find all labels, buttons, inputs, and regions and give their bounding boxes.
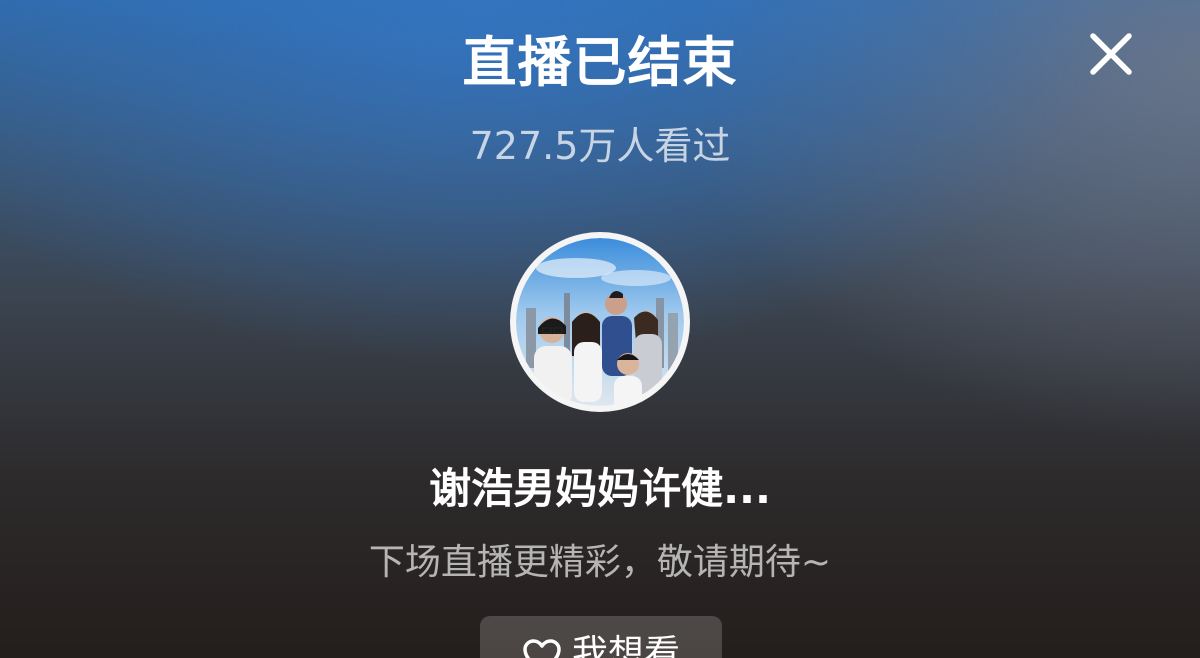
next-live-message: 下场直播更精彩，敬请期待~ (368, 542, 832, 583)
page-title: 直播已结束 (462, 31, 738, 94)
avatar[interactable] (510, 232, 690, 412)
viewer-count: 727.5万人看过 (469, 124, 731, 168)
streamer-name[interactable]: 谢浩男妈妈许健... (0, 461, 1200, 517)
want-to-watch-button[interactable]: 我想看 (480, 616, 722, 658)
want-to-watch-label: 我想看 (571, 633, 680, 658)
heart-icon (522, 638, 562, 658)
family-photo-avatar-icon (516, 238, 684, 406)
live-ended-screen: 直播已结束 727.5万人看过 谢浩男妈妈许健... 下场直播更精彩，敬请期待~… (0, 0, 1200, 658)
